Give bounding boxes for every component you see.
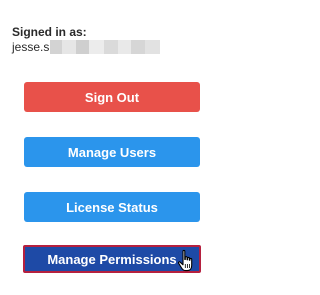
redaction-block [104, 40, 119, 54]
redaction-block [131, 40, 146, 54]
redaction-block [118, 40, 132, 54]
signed-in-label: Signed in as: [12, 25, 87, 39]
redaction-block [89, 40, 105, 54]
user-identity: jesse.s [12, 40, 161, 54]
manage-permissions-button[interactable]: Manage Permissions [23, 245, 201, 273]
license-status-button[interactable]: License Status [24, 192, 200, 222]
manage-users-button[interactable]: Manage Users [24, 137, 200, 167]
sign-out-button[interactable]: Sign Out [24, 82, 200, 112]
redaction-block [62, 40, 77, 54]
redacted-username [50, 40, 161, 54]
redaction-block [76, 40, 90, 54]
username: jesse.s [12, 40, 50, 54]
redaction-block [145, 40, 161, 54]
redaction-block [50, 40, 63, 54]
